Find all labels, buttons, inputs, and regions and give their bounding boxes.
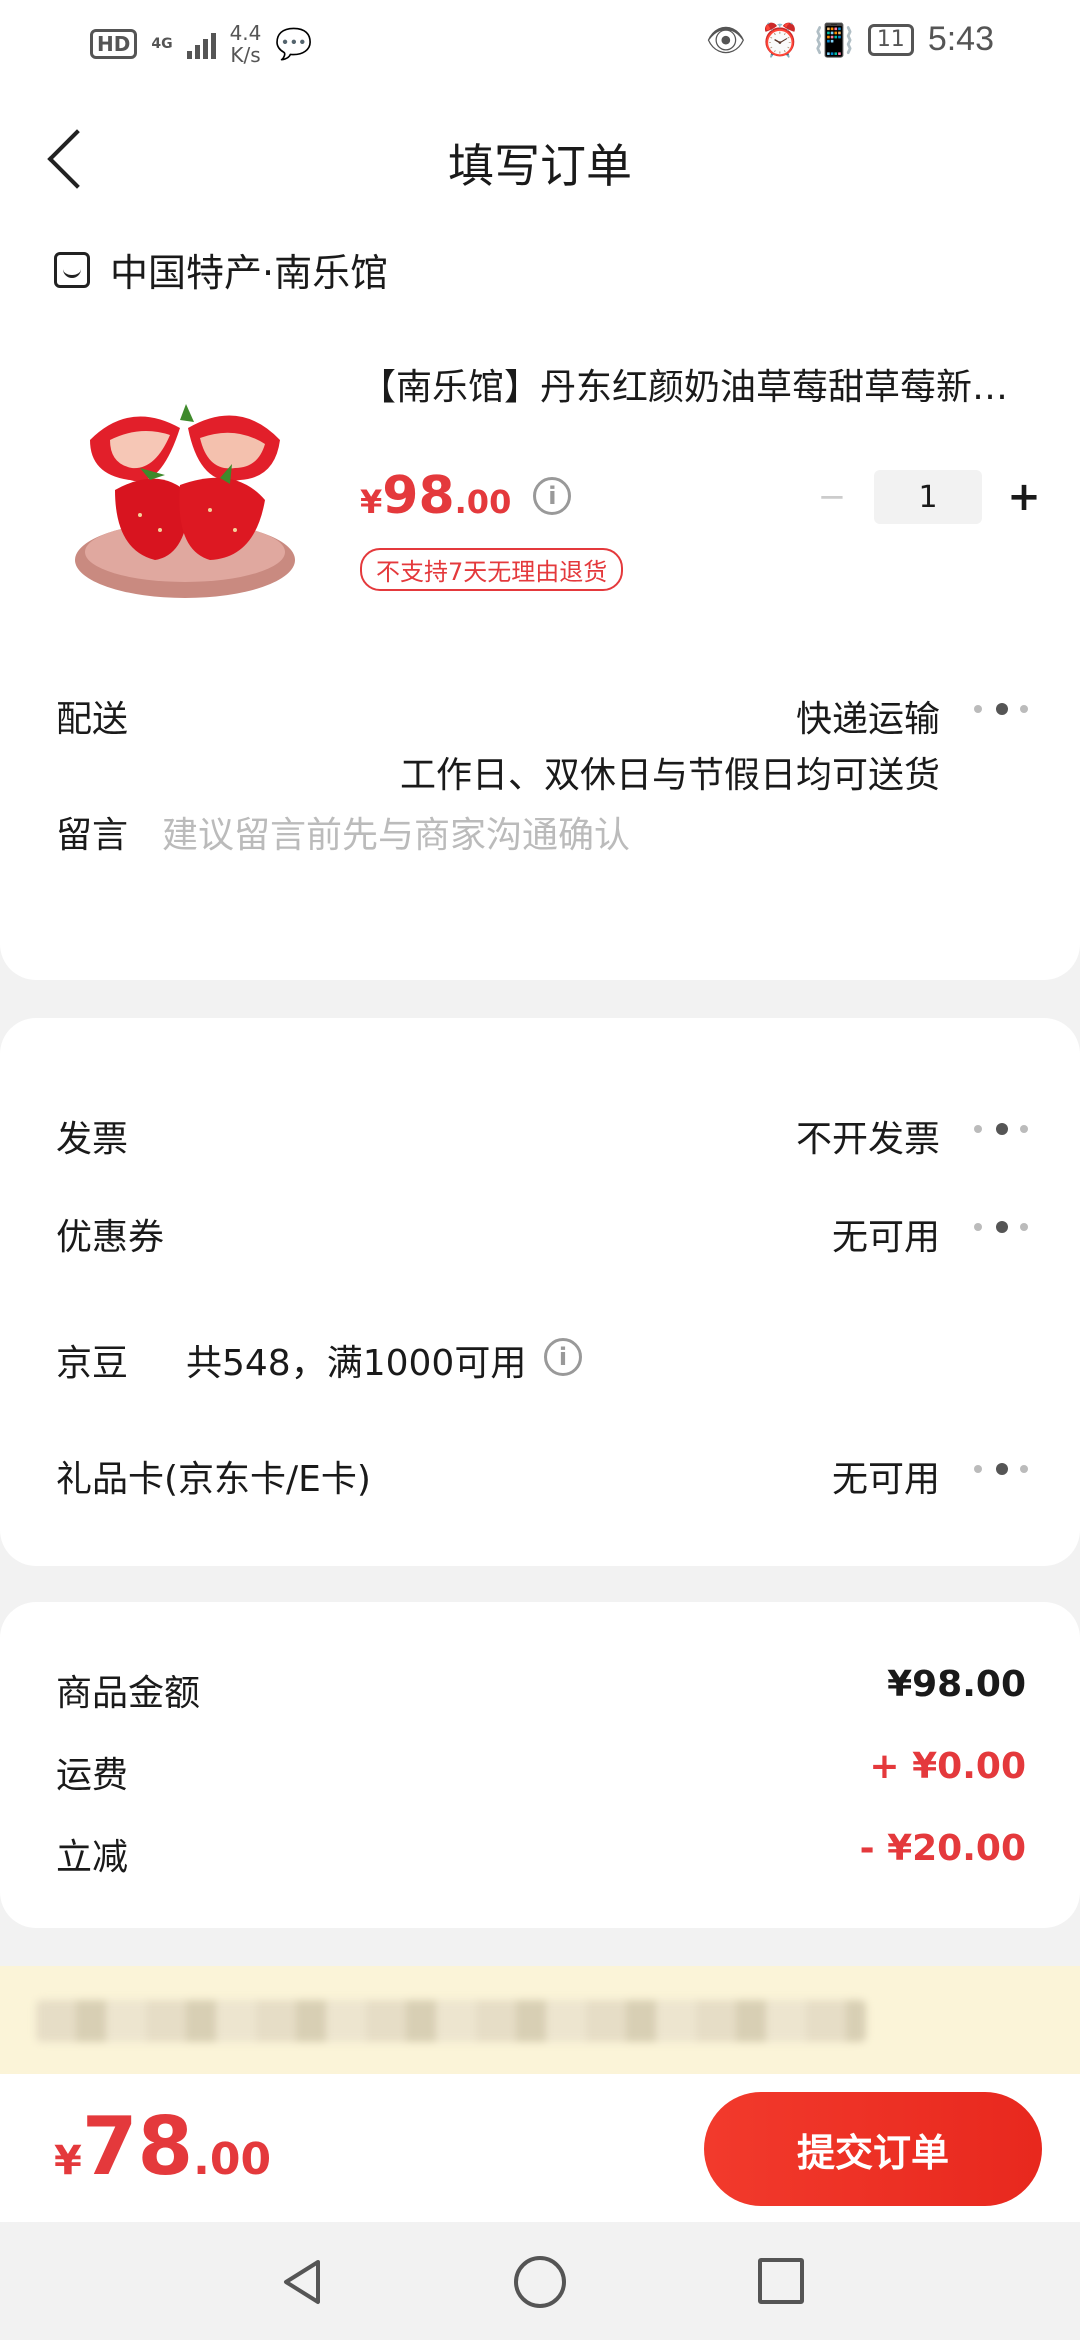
battery-icon: 11 [867,23,914,56]
message-input[interactable]: 建议留言前先与商家沟通确认 [162,806,630,858]
total-symbol: ¥ [54,2138,82,2184]
page-title: 填写订单 [448,139,632,193]
giftcard-label: 礼品卡(京东卡/E卡) [56,1459,371,1500]
giftcard-value[interactable]: 无可用 [832,1450,940,1502]
notice-banner [0,1966,1080,2074]
hd-badge: HD [90,29,138,59]
status-bar: HD 4G 4.4 K/s 💬 👁 ⏰ 📳 11 5:43 [0,0,1080,90]
clock: 5:43 [927,20,994,58]
network-type: 4G [151,36,173,52]
coupon-value[interactable]: 无可用 [832,1208,940,1260]
shipping-value: + ¥0.00 [869,1746,1026,1787]
price-decimal: .00 [454,483,512,521]
wechat-icon: 💬 [275,26,313,62]
obscured-notice-text [36,2000,866,2042]
options-card: 发票 不开发票 优惠券 无可用 京豆 共548，满1000可用 i 礼品卡(京东… [0,1018,1080,1566]
goods-amount-value: ¥98.00 [887,1664,1026,1705]
speed-unit: K/s [230,43,261,67]
goods-amount-label: 商品金额 [56,1673,201,1714]
more-icon[interactable] [974,1118,1030,1138]
decrease-button[interactable]: − [810,477,854,517]
shop-name: 中国特产·南乐馆 [110,251,389,295]
product-image[interactable] [70,380,300,610]
shop-icon [54,251,90,288]
more-icon[interactable] [974,1458,1030,1478]
eye-icon: 👁 [705,20,747,59]
price-symbol: ¥ [360,483,383,521]
info-icon[interactable]: i [533,477,572,515]
coupon-label: 优惠券 [56,1217,165,1258]
speed-value: 4.4 [229,21,262,45]
checkout-bar: ¥ 78 .00 提交订单 [0,2074,1080,2222]
more-icon[interactable] [974,1216,1030,1236]
invoice-value[interactable]: 不开发票 [796,1110,940,1162]
invoice-label: 发票 [56,1119,129,1160]
quantity-stepper: − 1 + [810,470,1046,524]
beans-label: 京豆 [56,1343,129,1384]
order-card: 中国特产·南乐馆 【南乐馆】丹东红颜奶油草莓甜草莓新鲜水果 ¥ 98 .00 i… [0,230,1080,980]
shipping-label: 运费 [56,1755,129,1796]
discount-value: - ¥20.00 [859,1828,1026,1869]
nav-recent-icon[interactable] [758,2258,804,2304]
total-price: ¥ 78 .00 [54,2100,271,2193]
increase-button[interactable]: + [1002,474,1046,520]
total-integer: 78 [81,2100,194,2193]
shop-row[interactable]: 中国特产·南乐馆 [54,242,388,297]
quantity-input[interactable]: 1 [874,470,982,524]
total-decimal: .00 [193,2134,272,2185]
vibrate-icon: 📳 [813,20,854,59]
delivery-label: 配送 [56,699,129,740]
price-integer: 98 [382,466,455,526]
more-icon[interactable] [974,698,1030,718]
product-price: ¥ 98 .00 i [360,466,572,526]
info-icon[interactable]: i [544,1338,582,1376]
signal-icon [186,29,216,59]
return-policy-badge: 不支持7天无理由退货 [360,548,624,591]
network-speed: 4.4 K/s [230,22,262,66]
nav-home-icon[interactable] [514,2256,566,2308]
submit-order-button[interactable]: 提交订单 [704,2092,1042,2206]
message-label: 留言 [56,815,129,856]
delivery-note: 工作日、双休日与节假日均可送货 [399,755,940,796]
beans-value: 共548，满1000可用 [186,1343,527,1384]
system-nav-bar [0,2222,1080,2340]
alarm-icon: ⏰ [760,20,800,59]
summary-card: 商品金额 ¥98.00 运费 + ¥0.00 立减 - ¥20.00 [0,1602,1080,1928]
discount-label: 立减 [56,1837,129,1878]
delivery-method[interactable]: 快递运输 [796,690,940,742]
product-title[interactable]: 【南乐馆】丹东红颜奶油草莓甜草莓新鲜水果 [360,358,1020,410]
header: 填写订单 [0,90,1080,230]
nav-back-icon[interactable] [278,2258,326,2306]
